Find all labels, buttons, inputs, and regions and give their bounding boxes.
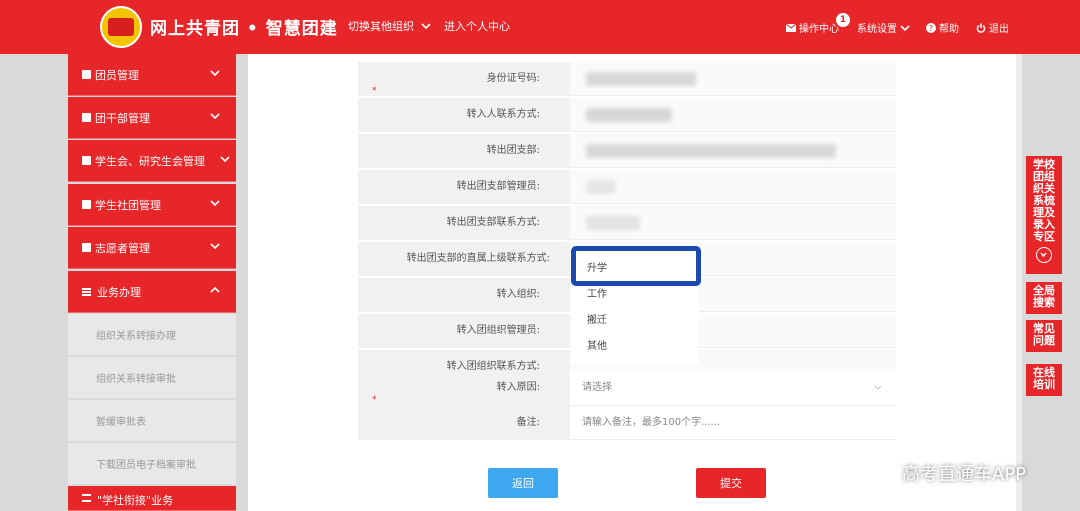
switch-org-link[interactable]: 切换其他组织 <box>348 18 431 34</box>
dropdown-option-relocate[interactable]: 搬迁 <box>571 308 699 334</box>
form-row-out-contact: 转出团支部联系方式: <box>358 206 896 240</box>
sidebar-item-label: 团员管理 <box>95 68 139 82</box>
sidebar-item-member-management[interactable]: 团员管理 <box>68 54 236 96</box>
sidebar-item-label: 学生社团管理 <box>95 198 161 212</box>
sidebar: 团员管理 团干部管理 学生会、研究生会管理 学生社团管理 志愿者管理 业务办理 … <box>68 54 236 511</box>
sidebar-subitem-transfer-approve[interactable]: 组织关系转接审批 <box>68 357 236 399</box>
form-row-out-admin: 转出团支部管理员: <box>358 170 896 204</box>
switch-org-label: 切换其他组织 <box>348 20 414 33</box>
sidebar-item-business[interactable]: 业务办理 <box>68 271 236 313</box>
right-tab-online-training[interactable]: 在线培训 <box>1026 364 1062 396</box>
sidebar-item-volunteers[interactable]: 志愿者管理 <box>68 227 236 269</box>
form-label: 转出团支部: <box>486 145 540 156</box>
form-row-reason: * 转入原因: 请选择 <box>358 370 896 406</box>
chevron-down-icon <box>210 70 220 77</box>
chevron-down-icon <box>420 23 431 30</box>
back-button[interactable]: 返回 <box>488 468 558 498</box>
chevron-down-icon <box>874 385 882 390</box>
form-row-id-number: * 身份证号码: <box>358 62 896 96</box>
reason-select[interactable]: 请选择 <box>570 370 896 406</box>
chevron-down-icon <box>220 156 230 163</box>
right-tab-org-relation[interactable]: 学校团组织关系梳理及录入专区 <box>1026 156 1062 274</box>
scrollbar[interactable] <box>1016 54 1022 511</box>
menu-icon <box>82 287 91 296</box>
power-icon <box>976 23 986 33</box>
svg-text:?: ? <box>929 24 933 33</box>
logout-link[interactable]: 退出 <box>976 20 1009 35</box>
right-tab-global-search[interactable]: 全局搜索 <box>1026 282 1062 314</box>
tag-icon <box>82 243 91 252</box>
sidebar-item-label: "学社衔接"业务 <box>97 494 174 507</box>
app-title: 网上共青团 • 智慧团建 <box>150 19 338 39</box>
form-label: 转出团支部的直属上级联系方式: <box>406 253 550 264</box>
chevron-down-icon <box>210 200 220 207</box>
sidebar-item-clubs[interactable]: 学生社团管理 <box>68 184 236 226</box>
operations-label: 操作中心 <box>799 24 839 35</box>
form-label: 转出团支部管理员: <box>456 181 540 192</box>
league-logo-icon <box>100 6 142 48</box>
help-label: 帮助 <box>939 24 959 35</box>
form-label: 备注: <box>516 417 540 428</box>
form-label: 转入团组织管理员: <box>456 325 540 336</box>
logout-label: 退出 <box>989 24 1009 35</box>
help-link[interactable]: ? 帮助 <box>926 20 959 35</box>
sidebar-subitem-deferral[interactable]: 暂缓审批表 <box>68 400 236 442</box>
tag-icon <box>82 113 91 122</box>
menu-icon <box>82 494 91 502</box>
watermark-text: 高考直通车APP <box>902 464 1027 485</box>
settings-menu[interactable]: 系统设置 <box>857 20 910 35</box>
settings-label: 系统设置 <box>857 24 897 35</box>
sidebar-item-student-union[interactable]: 学生会、研究生会管理 <box>68 140 236 182</box>
question-circle-icon: ? <box>926 22 936 33</box>
remark-input[interactable]: 请输入备注，最多100个字...... <box>570 406 896 440</box>
form-row-remark: 备注: 请输入备注，最多100个字...... <box>358 406 896 440</box>
sidebar-item-label: 学生会、研究生会管理 <box>95 154 205 168</box>
contact-field[interactable] <box>570 98 896 132</box>
dropdown-option-other[interactable]: 其他 <box>571 334 699 360</box>
sidebar-item-label: 团干部管理 <box>95 111 150 125</box>
chevron-up-icon <box>210 286 220 293</box>
top-header: 网上共青团 • 智慧团建 切换其他组织 进入个人中心 操作中心 1 系统设置 ?… <box>0 0 1080 54</box>
notification-badge: 1 <box>836 13 850 27</box>
selection-highlight-box <box>571 246 701 286</box>
form-label: 转入原因: <box>496 382 540 393</box>
form-label: 转入组织: <box>496 289 540 300</box>
chevron-down-icon <box>210 243 220 250</box>
right-tab-faq[interactable]: 常见问题 <box>1026 320 1062 352</box>
form-row-contact: 转入人联系方式: <box>358 98 896 132</box>
sidebar-item-school-society[interactable]: "学社衔接"业务 <box>68 486 236 511</box>
form-label: 转出团支部联系方式: <box>446 217 540 228</box>
chevron-down-icon <box>210 113 220 120</box>
tag-icon <box>82 70 91 79</box>
out-branch-field[interactable] <box>570 134 896 168</box>
chevron-down-circle-icon <box>1036 247 1052 263</box>
form-row-out-branch: 转出团支部: <box>358 134 896 168</box>
form-label: 转入人联系方式: <box>466 109 540 120</box>
out-admin-field[interactable] <box>570 170 896 204</box>
right-tab-label: 学校团组织关系梳理及录入专区 <box>1033 158 1055 243</box>
tag-icon <box>82 156 91 165</box>
submit-button[interactable]: 提交 <box>696 468 766 498</box>
id-number-field[interactable] <box>570 62 896 96</box>
form-label: 身份证号码: <box>486 73 540 84</box>
operations-center-link[interactable]: 操作中心 <box>786 20 839 35</box>
personal-center-link[interactable]: 进入个人中心 <box>444 18 510 34</box>
sidebar-subitem-transfer-handle[interactable]: 组织关系转接办理 <box>68 314 236 356</box>
sidebar-item-label: 志愿者管理 <box>95 241 150 255</box>
out-contact-field[interactable] <box>570 206 896 240</box>
tag-icon <box>82 200 91 209</box>
sidebar-subitem-archive-download[interactable]: 下载团员电子档案审批 <box>68 443 236 485</box>
mail-icon <box>786 23 796 32</box>
chevron-down-icon <box>900 24 910 31</box>
sidebar-item-cadre-management[interactable]: 团干部管理 <box>68 97 236 139</box>
sidebar-item-label: 业务办理 <box>97 285 141 299</box>
